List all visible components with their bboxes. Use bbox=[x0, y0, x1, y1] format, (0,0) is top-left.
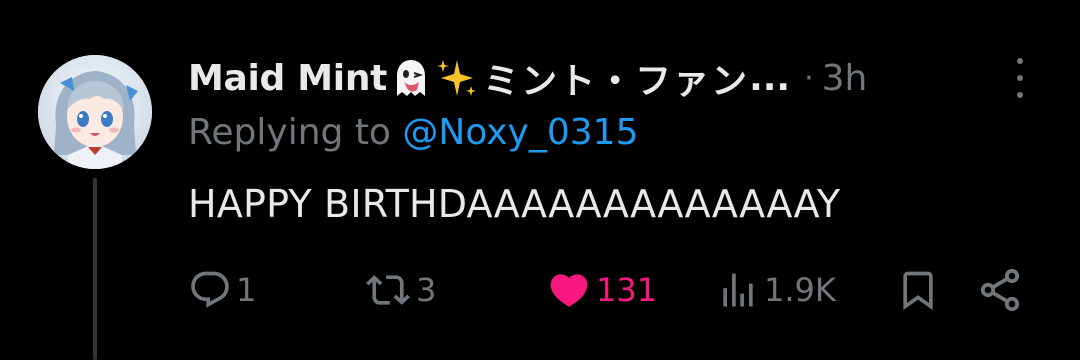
tweet[interactable]: Maid Mint ミント・ファン ... · 3h Replying to @… bbox=[0, 0, 1080, 360]
heart-icon bbox=[550, 274, 588, 307]
like-button[interactable]: 131 bbox=[546, 262, 657, 318]
reply-icon bbox=[191, 271, 229, 308]
views-button[interactable]: 1.9K bbox=[716, 262, 836, 318]
bookmark-icon bbox=[903, 271, 933, 311]
reply-button[interactable]: 1 bbox=[188, 262, 256, 318]
more-icon[interactable] bbox=[1005, 58, 1035, 98]
share-button[interactable] bbox=[976, 262, 1024, 318]
retweet-icon bbox=[366, 275, 410, 305]
ghost-tongue-emoji-icon bbox=[397, 60, 426, 96]
action-bar: 1 3 131 1.9K bbox=[0, 262, 1080, 318]
avatar[interactable] bbox=[38, 55, 152, 169]
share-icon bbox=[980, 268, 1020, 312]
retweet-button[interactable]: 3 bbox=[364, 262, 436, 318]
replying-handle-link[interactable]: @Noxy_0315 bbox=[402, 112, 638, 153]
separator-dot: · bbox=[804, 60, 814, 96]
like-count: 131 bbox=[596, 271, 658, 309]
tweet-header: Maid Mint ミント・ファン ... · 3h bbox=[188, 52, 867, 104]
display-name-jp[interactable]: ミント・ファン bbox=[483, 52, 749, 104]
views-icon bbox=[723, 273, 753, 307]
replying-to: Replying to @Noxy_0315 bbox=[188, 112, 638, 153]
replying-prefix: Replying to bbox=[188, 112, 403, 153]
sparkles-emoji-icon bbox=[437, 60, 477, 96]
retweet-count: 3 bbox=[416, 271, 437, 309]
views-count: 1.9K bbox=[764, 271, 836, 309]
reply-count: 1 bbox=[236, 271, 257, 309]
avatar-image bbox=[38, 55, 152, 169]
tweet-text: HAPPY BIRTHDAAAAAAAAAAAAAY bbox=[188, 182, 841, 226]
name-truncation: ... bbox=[749, 57, 791, 99]
display-name[interactable]: Maid Mint bbox=[188, 58, 387, 99]
timestamp[interactable]: 3h bbox=[822, 58, 868, 99]
bookmark-button[interactable] bbox=[896, 262, 940, 318]
